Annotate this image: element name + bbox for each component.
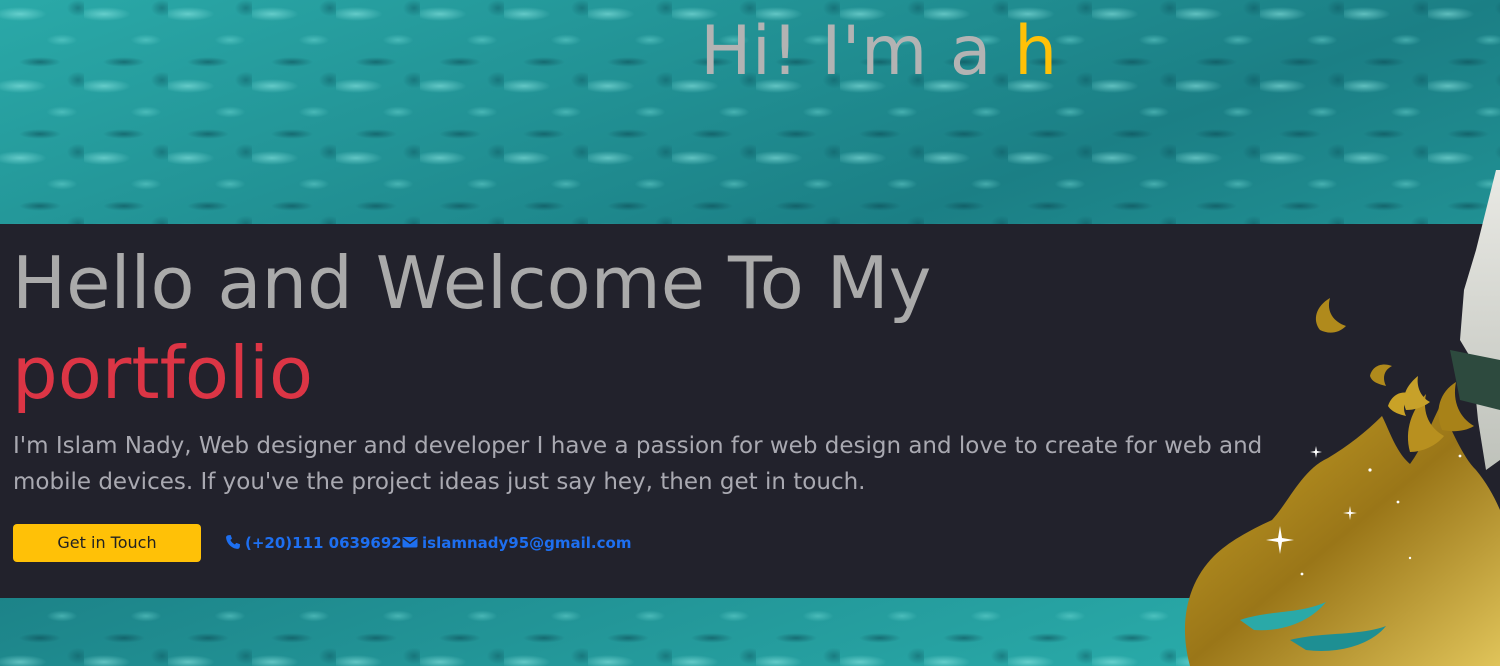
- hero-illustration: [1184, 170, 1500, 666]
- sparkle-3: [1310, 446, 1322, 458]
- email-link[interactable]: islamnady95@gmail.com: [402, 533, 631, 553]
- sparkle-dot-5: [1408, 556, 1412, 560]
- phone-icon: [226, 535, 240, 549]
- intro-description: I'm Islam Nady, Web designer and develop…: [13, 433, 1263, 495]
- gold-splash: [1184, 406, 1500, 666]
- phone-number: (+20)111 0639692: [245, 534, 402, 552]
- sparkle-dot-1: [1368, 468, 1372, 472]
- hero-title: Hi! I'm a h: [0, 10, 1500, 94]
- gold-wisp-top: [1315, 298, 1346, 333]
- gold-wisp-mid: [1370, 364, 1392, 386]
- email-address: islamnady95@gmail.com: [422, 534, 632, 552]
- page: Hi! I'm a h Hello and Welcome To My port…: [0, 0, 1500, 666]
- hero-title-static: Hi! I'm a: [700, 12, 1015, 91]
- phone-link[interactable]: (+20)111 0639692: [225, 533, 402, 553]
- heading-line-2: portfolio: [12, 331, 314, 415]
- sparkle-dot-2: [1396, 500, 1400, 504]
- intro-heading: Hello and Welcome To My portfolio: [12, 238, 931, 418]
- figure-collar: [1450, 350, 1500, 410]
- get-in-touch-button[interactable]: Get in Touch: [13, 524, 201, 562]
- sparkle-dot-4: [1300, 572, 1304, 576]
- envelope-icon: [402, 537, 418, 548]
- sparkle-dot-3: [1458, 454, 1462, 458]
- heading-line-1: Hello and Welcome To My: [12, 241, 932, 325]
- hero-title-typed: h: [1014, 12, 1058, 91]
